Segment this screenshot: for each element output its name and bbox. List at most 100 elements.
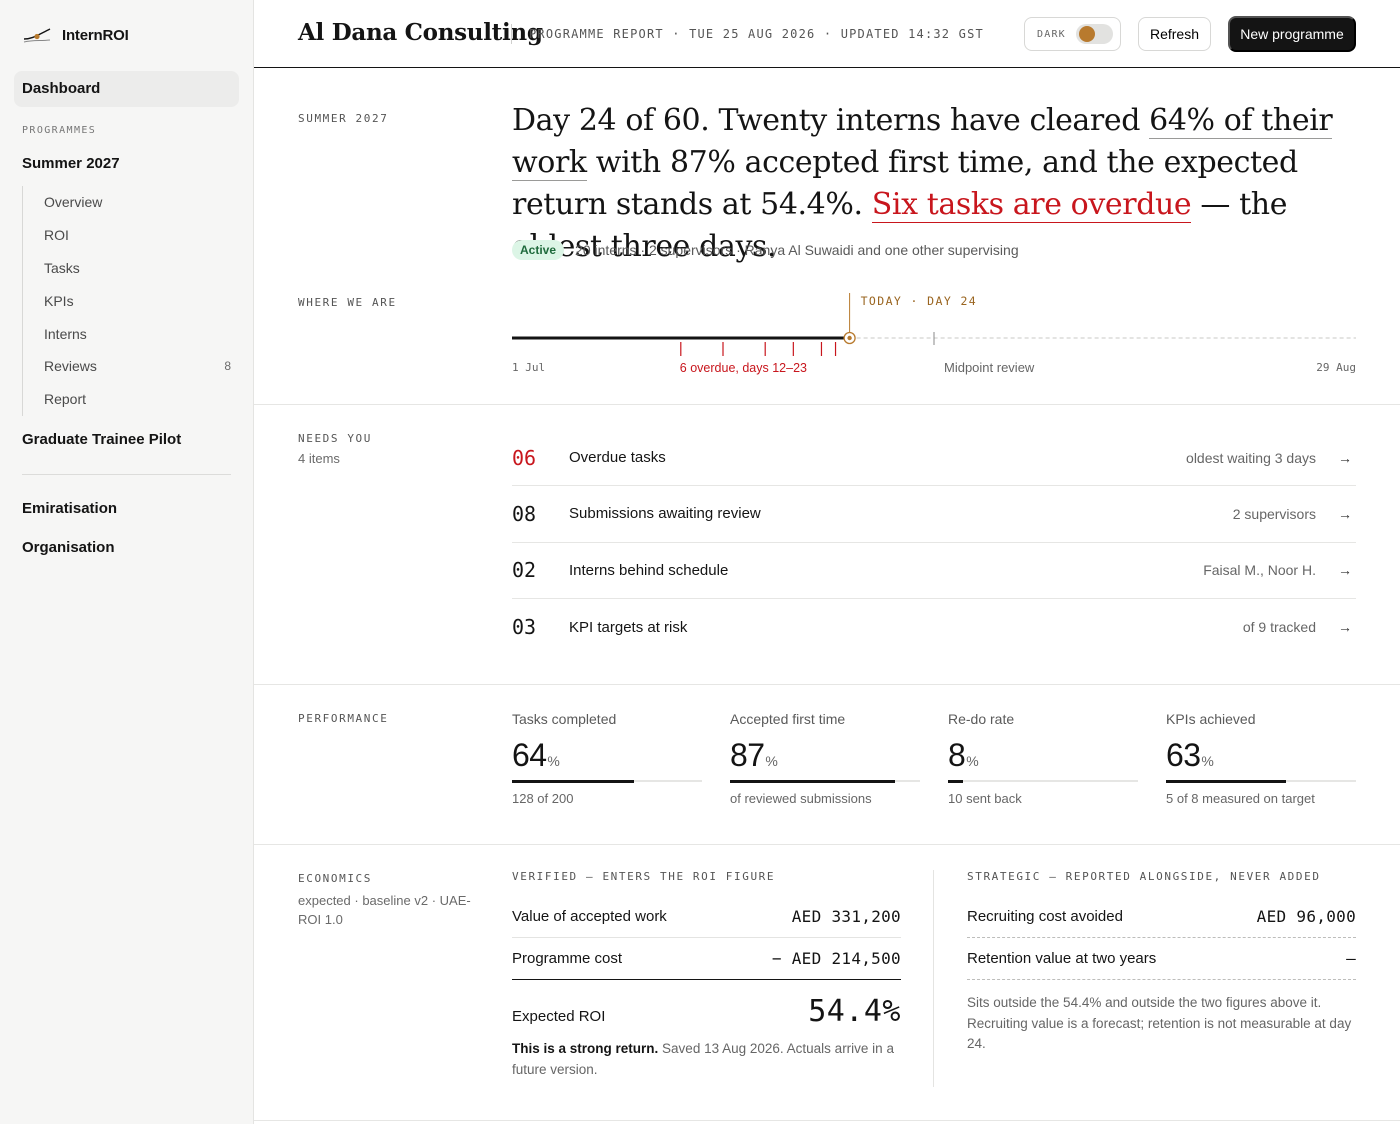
nav-emiratisation[interactable]: Emiratisation (22, 500, 117, 517)
economics-divider (933, 870, 934, 1087)
kpi-title: Tasks completed (512, 711, 617, 727)
nav-programme-graduate-trainee-pilot[interactable]: Graduate Trainee Pilot (22, 431, 181, 448)
roi-label: Expected ROI (512, 1008, 606, 1025)
needs-count: 4 items (298, 451, 340, 466)
kpi-progress-fill (730, 779, 896, 783)
kpi-progress-bar (512, 779, 702, 783)
subnav-label: Tasks (44, 259, 80, 276)
subnav-label: Reviews (44, 358, 97, 375)
kpi-number: 8 (948, 737, 966, 773)
subnav-kpis[interactable]: KPIs (23, 284, 232, 317)
programme-subnav: Overview ROI Tasks KPIs Interns Reviews 8… (22, 186, 232, 416)
strategic-note: Sits outside the 54.4% and outside the t… (967, 995, 1352, 1051)
kpi-progress-fill (1166, 779, 1286, 783)
new-programme-button[interactable]: New programme (1228, 16, 1356, 52)
brand[interactable]: InternROI (22, 22, 129, 48)
kpi-progress-fill (948, 779, 964, 783)
kpi-title: KPIs achieved (1166, 711, 1256, 727)
midpoint-label: Midpoint review (944, 360, 1035, 375)
roi-note: This is a strong return. Saved 13 Aug 20… (512, 1039, 901, 1080)
arrow-right-icon: → (1338, 449, 1352, 466)
subnav-label: Overview (44, 194, 103, 211)
kpi-unit: % (765, 753, 778, 769)
need-count: 08 (512, 501, 537, 526)
performance-label: PERFORMANCE (298, 712, 389, 725)
refresh-button[interactable]: Refresh (1138, 17, 1211, 51)
arrow-right-icon: → (1338, 619, 1352, 636)
arrow-right-icon: → (1338, 562, 1352, 579)
dark-mode-toggle[interactable]: DARK (1024, 17, 1121, 51)
kpi-note: of reviewed submissions (730, 791, 872, 806)
verified-economics: VERIFIED — ENTERS THE ROI FIGURE Value o… (512, 870, 901, 1080)
need-label: Overdue tasks (569, 449, 666, 467)
nav-organisation[interactable]: Organisation (22, 539, 115, 556)
timeline-end: 29 Aug (1316, 361, 1356, 374)
row-label: Value of accepted work (512, 908, 667, 925)
economics-label: ECONOMICS (298, 872, 373, 885)
kpi-note: 128 of 200 (512, 791, 574, 806)
kpi-progress-bar (730, 779, 920, 783)
roi-value: 54.4% (808, 994, 901, 1029)
roi-note-emphasis: This is a strong return. (512, 1041, 659, 1056)
expected-roi-row: Expected ROI 54.4% (512, 994, 901, 1029)
value-accepted-row: Value of accepted work AED 331,200 (512, 896, 901, 938)
kpi-note: 10 sent back (948, 791, 1022, 806)
need-kpi-at-risk[interactable]: 03 KPI targets at risk of 9 tracked → (512, 599, 1356, 655)
arrow-right-icon: → (1338, 505, 1352, 522)
kpi-progress-fill (512, 779, 634, 783)
section-divider (254, 844, 1400, 845)
kpi-value: 63% (1166, 737, 1356, 774)
subnav-roi[interactable]: ROI (23, 219, 232, 252)
economics-basis: expected · baseline v2 · UAE-ROI 1.0 (298, 893, 471, 927)
subnav-report[interactable]: Report (23, 383, 232, 416)
programme-cost-row: Programme cost − AED 214,500 (512, 938, 901, 980)
kpi-redo-rate: Re-do rate 8% 10 sent back (948, 711, 1138, 806)
kpi-value: 87% (730, 737, 920, 774)
overdue-range-label: 6 overdue, days 12–23 (680, 361, 807, 375)
need-label: Submissions awaiting review (569, 505, 761, 523)
subnav-reviews[interactable]: Reviews 8 (23, 350, 232, 383)
need-count: 06 (512, 445, 537, 470)
section-divider (254, 404, 1400, 405)
performance-kpis: Tasks completed 64% 128 of 200 Accepted … (512, 711, 1356, 806)
subnav-label: Report (44, 391, 87, 408)
headline-part: Day 24 of 60. Twenty interns have cleare… (512, 103, 1150, 138)
subnav-tasks[interactable]: Tasks (23, 252, 232, 285)
kpi-number: 87 (730, 737, 765, 773)
kpi-accepted-first-time: Accepted first time 87% of reviewed subm… (730, 711, 920, 806)
row-amount: AED 96,000 (1256, 907, 1356, 926)
page-header: Al Dana Consulting PROGRAMME REPORT · TU… (254, 0, 1400, 68)
status-row: Active 20 interns · 2 supervisors · Rany… (512, 240, 1019, 260)
sidebar-divider (22, 474, 231, 475)
section-divider (254, 684, 1400, 685)
toggle-switch[interactable] (1075, 24, 1113, 44)
row-amount: AED 331,200 (791, 907, 901, 926)
need-overdue-tasks[interactable]: 06 Overdue tasks oldest waiting 3 days → (512, 430, 1356, 487)
subnav-interns[interactable]: Interns (23, 317, 232, 350)
header-separator (511, 24, 512, 44)
nav-programme-summer-2027[interactable]: Summer 2027 (22, 155, 120, 172)
subnav-overview[interactable]: Overview (23, 186, 232, 219)
needs-label: NEEDS YOU (298, 432, 373, 445)
kpi-unit: % (966, 753, 979, 769)
org-title: Al Dana Consulting (298, 19, 543, 46)
need-submissions-review[interactable]: 08 Submissions awaiting review 2 supervi… (512, 486, 1356, 543)
kpi-value: 8% (948, 737, 1138, 774)
need-detail: of 9 tracked (1242, 619, 1316, 636)
row-label: Recruiting cost avoided (967, 908, 1123, 925)
toggle-knob (1078, 26, 1095, 42)
need-count: 02 (512, 558, 537, 583)
recruiting-cost-row: Recruiting cost avoided AED 96,000 (967, 896, 1356, 938)
kpi-note: 5 of 8 measured on target (1166, 791, 1315, 806)
programmes-section-label: PROGRAMMES (22, 125, 97, 136)
logo-icon (23, 28, 51, 43)
need-interns-behind[interactable]: 02 Interns behind schedule Faisal M., No… (512, 543, 1356, 599)
overdue-tasks-link[interactable]: Six tasks are overdue (871, 187, 1192, 223)
kpi-progress-bar (948, 779, 1138, 783)
subnav-label: ROI (44, 227, 69, 244)
nav-dashboard[interactable]: Dashboard (14, 71, 239, 107)
kpi-number: 64 (512, 737, 547, 773)
timeline-chart: TODAY · DAY 24 1 Jul 29 Aug 6 overdue, d… (512, 293, 1356, 375)
kpi-unit: % (1201, 753, 1214, 769)
strategic-economics: STRATEGIC — REPORTED ALONGSIDE, NEVER AD… (967, 870, 1356, 1055)
